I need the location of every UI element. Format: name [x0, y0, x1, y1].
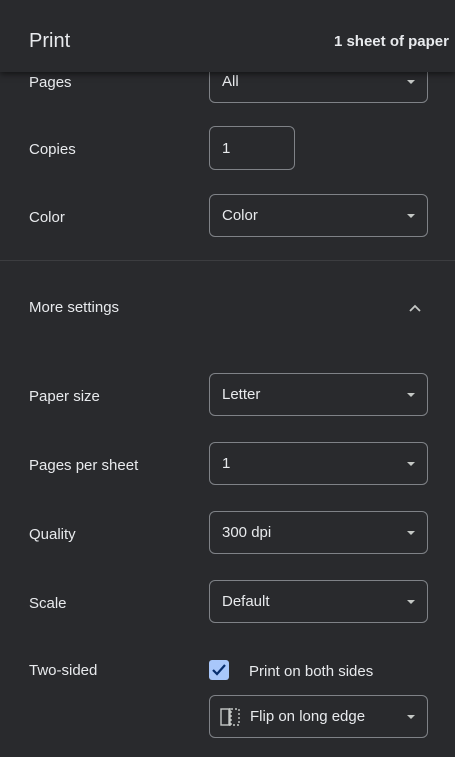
chevron-down-icon: [407, 462, 415, 466]
chevron-down-icon: [407, 600, 415, 604]
divider: [0, 260, 455, 261]
print-header: Print 1 sheet of paper: [0, 0, 455, 72]
paper-size-value: Letter: [222, 386, 261, 403]
copies-input[interactable]: [209, 126, 295, 170]
chevron-down-icon: [407, 80, 415, 84]
check-icon: [212, 664, 226, 676]
flip-edge-value: Flip on long edge: [250, 708, 366, 725]
chevron-down-icon: [407, 531, 415, 535]
pages-value: All: [222, 73, 239, 90]
quality-select[interactable]: 300 dpi: [209, 511, 428, 554]
color-label: Color: [29, 209, 65, 226]
flip-long-edge-icon: [220, 708, 240, 731]
pages-per-sheet-value: 1: [222, 455, 231, 472]
two-sided-checkbox-label[interactable]: Print on both sides: [249, 663, 373, 680]
chevron-up-icon[interactable]: [408, 300, 422, 312]
quality-value: 300 dpi: [222, 524, 272, 541]
flip-edge-select[interactable]: Flip on long edge: [209, 695, 428, 738]
copies-label: Copies: [29, 141, 76, 158]
more-settings-toggle[interactable]: More settings: [29, 299, 119, 316]
quality-label: Quality: [29, 526, 76, 543]
scale-label: Scale: [29, 595, 67, 612]
two-sided-label: Two-sided: [29, 662, 98, 679]
sheet-count: 1 sheet of paper: [333, 33, 449, 50]
pages-per-sheet-select[interactable]: 1: [209, 442, 428, 485]
pages-label: Pages: [29, 74, 72, 91]
chevron-down-icon: [407, 715, 415, 719]
color-value: Color: [222, 207, 258, 224]
chevron-down-icon: [407, 393, 415, 397]
page-title: Print: [29, 30, 71, 52]
pages-per-sheet-label: Pages per sheet: [29, 457, 139, 474]
scale-value: Default: [222, 593, 270, 610]
scale-select[interactable]: Default: [209, 580, 428, 623]
paper-size-label: Paper size: [29, 388, 100, 405]
two-sided-checkbox[interactable]: [209, 660, 229, 680]
paper-size-select[interactable]: Letter: [209, 373, 428, 416]
color-select[interactable]: Color: [209, 194, 428, 237]
chevron-down-icon: [407, 214, 415, 218]
